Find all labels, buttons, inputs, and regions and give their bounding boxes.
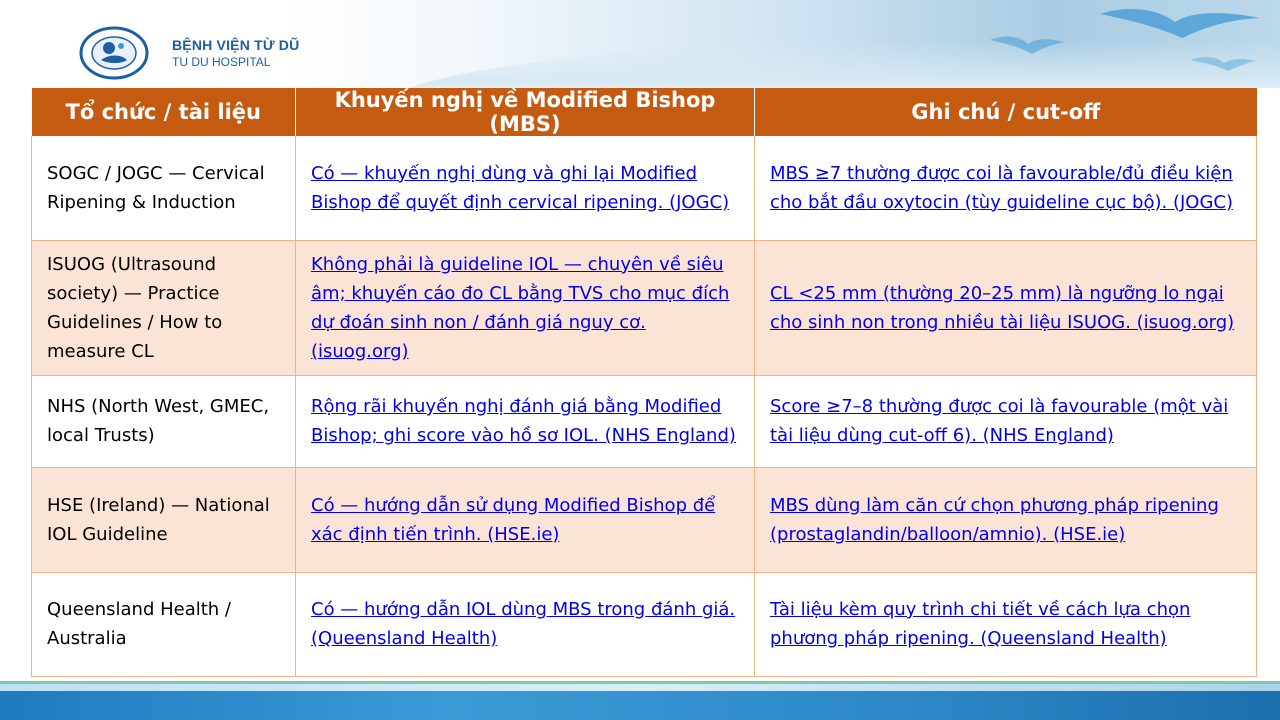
note-cell: CL <25 mm (thường 20–25 mm) là ngưỡng lo… xyxy=(754,240,1257,376)
note-cell: MBS dùng làm căn cứ chọn phương pháp rip… xyxy=(754,467,1257,573)
hospital-logo-icon xyxy=(79,26,149,80)
recommendation-link[interactable]: Không phải là guideline IOL — chuyên về … xyxy=(311,254,729,362)
note-link[interactable]: CL <25 mm (thường 20–25 mm) là ngưỡng lo… xyxy=(770,283,1234,333)
column-header-note: Ghi chú / cut-off xyxy=(754,88,1257,136)
organization-cell: SOGC / JOGC — Cervical Ripening & Induct… xyxy=(31,136,296,241)
note-cell: Tài liệu kèm quy trình chi tiết về cách … xyxy=(754,572,1257,677)
recommendation-cell: Rộng rãi khuyến nghị đánh giá bằng Modif… xyxy=(295,375,755,468)
seagulls-decoration xyxy=(990,8,1260,71)
hospital-name-vn: BỆNH VIỆN TỪ DŨ xyxy=(172,37,300,53)
column-header-recommendation: Khuyến nghị về Modified Bishop (MBS) xyxy=(295,88,755,136)
recommendation-cell: Không phải là guideline IOL — chuyên về … xyxy=(295,240,755,376)
column-header-organization: Tổ chức / tài liệu xyxy=(31,88,296,136)
recommendation-link[interactable]: Có — hướng dẫn sử dụng Modified Bishop đ… xyxy=(311,495,715,545)
table-row: ISUOG (Ultrasound society) — Practice Gu… xyxy=(31,240,1257,376)
recommendation-cell: Có — khuyến nghị dùng và ghi lại Modifie… xyxy=(295,136,755,241)
note-cell: MBS ≥7 thường được coi là favourable/đủ … xyxy=(754,136,1257,241)
note-link[interactable]: Tài liệu kèm quy trình chi tiết về cách … xyxy=(770,599,1190,649)
note-link[interactable]: Score ≥7–8 thường được coi là favourable… xyxy=(770,396,1228,446)
table-row: SOGC / JOGC — Cervical Ripening & Induct… xyxy=(31,136,1257,241)
header-banner: BỆNH VIỆN TỪ DŨ TU DU HOSPITAL xyxy=(0,0,1280,88)
footer-strip xyxy=(0,681,1280,720)
hospital-name-en: TU DU HOSPITAL xyxy=(172,55,271,69)
recommendation-link[interactable]: Có — khuyến nghị dùng và ghi lại Modifie… xyxy=(311,163,729,213)
organization-cell: NHS (North West, GMEC, local Trusts) xyxy=(31,375,296,468)
recommendation-link[interactable]: Có — hướng dẫn IOL dùng MBS trong đánh g… xyxy=(311,599,735,649)
note-cell: Score ≥7–8 thường được coi là favourable… xyxy=(754,375,1257,468)
organization-cell: HSE (Ireland) — National IOL Guideline xyxy=(31,467,296,573)
recommendation-cell: Có — hướng dẫn sử dụng Modified Bishop đ… xyxy=(295,467,755,573)
note-link[interactable]: MBS dùng làm căn cứ chọn phương pháp rip… xyxy=(770,495,1219,545)
organization-cell: ISUOG (Ultrasound society) — Practice Gu… xyxy=(31,240,296,376)
table-row: Queensland Health / Australia Có — hướng… xyxy=(31,572,1257,677)
recommendation-cell: Có — hướng dẫn IOL dùng MBS trong đánh g… xyxy=(295,572,755,677)
footer-accent-line xyxy=(0,681,1280,684)
organization-cell: Queensland Health / Australia xyxy=(31,572,296,677)
hospital-brand: BỆNH VIỆN TỪ DŨ TU DU HOSPITAL xyxy=(172,37,299,70)
recommendation-link[interactable]: Rộng rãi khuyến nghị đánh giá bằng Modif… xyxy=(311,396,736,446)
guideline-comparison-table: Tổ chức / tài liệu Khuyến nghị về Modifi… xyxy=(31,88,1257,677)
table-row: HSE (Ireland) — National IOL Guideline C… xyxy=(31,467,1257,573)
note-link[interactable]: MBS ≥7 thường được coi là favourable/đủ … xyxy=(770,163,1233,213)
table-header-row: Tổ chức / tài liệu Khuyến nghị về Modifi… xyxy=(31,88,1257,136)
table-row: NHS (North West, GMEC, local Trusts) Rộn… xyxy=(31,375,1257,468)
